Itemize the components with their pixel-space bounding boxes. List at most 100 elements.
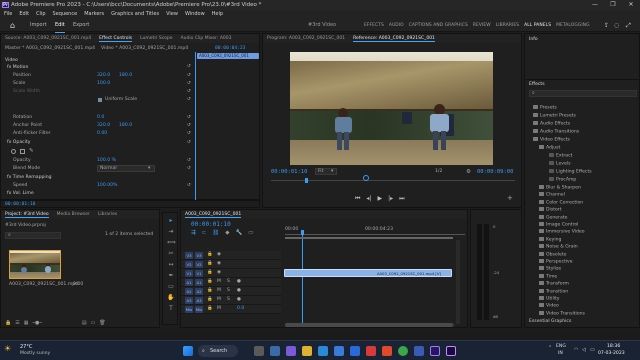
widgets-icon[interactable]	[270, 346, 280, 356]
teams-icon[interactable]	[286, 346, 296, 356]
clock-time[interactable]: 18:36	[607, 344, 620, 349]
text-tool-icon[interactable]: T	[167, 305, 175, 312]
track-target-button[interactable]: Mix	[185, 306, 193, 313]
track-target-button[interactable]: A3	[185, 297, 193, 304]
captions-icon[interactable]: ▭	[248, 230, 253, 236]
antiflicker-value[interactable]: 0.00	[97, 131, 107, 136]
effects-extract[interactable]: Extract	[549, 153, 572, 159]
menu-window[interactable]: Window	[185, 11, 205, 17]
hand-tool-icon[interactable]: ✋	[167, 294, 175, 301]
project-search-input[interactable]: ⌕	[5, 232, 61, 239]
timeline-current-tc[interactable]: 00:00:01:10	[191, 221, 231, 228]
menu-edit[interactable]: Edit	[19, 11, 29, 17]
track-header-mix[interactable]: Mix Mix 🔒 M 0.0	[181, 305, 281, 314]
minimize-button[interactable]: —	[586, 0, 604, 10]
effects-folder-item[interactable]: Keying	[539, 236, 561, 242]
premiere-taskbar-icon[interactable]	[430, 346, 440, 356]
effects-folder-item[interactable]: Distort	[539, 207, 562, 213]
track-lock-icon[interactable]: 🔒	[207, 306, 213, 311]
track-eye-icon[interactable]: ◉	[217, 270, 221, 275]
weather-sun-icon[interactable]: ☀	[4, 344, 11, 353]
effects-adjust[interactable]: Adjust	[539, 145, 560, 151]
track-lock-icon[interactable]: 🔒	[207, 261, 213, 266]
ellipse-mask-icon[interactable]	[11, 149, 16, 154]
ec-playhead[interactable]	[195, 52, 196, 200]
effects-folder-item[interactable]: Noise & Grain	[539, 244, 578, 250]
menu-help[interactable]: Help	[212, 11, 223, 17]
ec-clip-bar[interactable]: A003_C092_0921SC_001	[197, 53, 259, 59]
notifications-icon[interactable]: ◌	[614, 19, 619, 32]
tab-project[interactable]: Project: #3rd Video	[5, 212, 49, 218]
word-icon[interactable]	[414, 346, 424, 356]
effects-video-effects[interactable]: Video Effects	[533, 137, 570, 143]
step-back-icon[interactable]: ◂|	[366, 195, 371, 202]
track-eye-icon[interactable]: ◉	[217, 252, 221, 257]
track-header-v1[interactable]: V1 V1 🔒 ◉	[181, 269, 281, 278]
nest-icon[interactable]: ⇶	[191, 230, 196, 236]
mark-in-icon[interactable]: ⏮	[355, 195, 360, 202]
position-x[interactable]: 320.0	[97, 73, 110, 78]
close-button[interactable]: ✕	[622, 0, 640, 10]
anchor-x[interactable]: 320.0	[97, 123, 110, 128]
ws-tab-captions[interactable]: CAPTIONS AND GRAPHICS	[409, 23, 468, 28]
program-video-frame[interactable]	[290, 52, 493, 165]
new-item-icon[interactable]: ▤	[82, 320, 87, 326]
rect-mask-icon[interactable]	[20, 149, 25, 154]
trash-icon[interactable]: 🗑	[99, 320, 105, 326]
track-target-button[interactable]: A1	[185, 279, 193, 286]
effects-folder-item[interactable]: Perspective	[539, 259, 573, 265]
track-mute-button[interactable]: M	[217, 288, 221, 293]
track-mute-button[interactable]: M	[217, 279, 221, 284]
timeline-video-clip[interactable]: A003_C092_0921SC_001.mp4 [V]	[284, 269, 452, 277]
track-record-icon[interactable]: ●	[237, 288, 241, 293]
pen-tool-icon[interactable]: ✒	[167, 272, 175, 279]
track-solo-button[interactable]: S	[227, 288, 230, 293]
volume-icon[interactable]: ◁	[582, 347, 586, 353]
list-view-icon[interactable]: ☰	[15, 320, 19, 326]
effects-folder-item[interactable]: Stylize	[539, 266, 561, 272]
time-remap-effect[interactable]: fx Time Remapping	[7, 175, 52, 180]
timeline-ruler[interactable]	[285, 234, 465, 235]
work-area-bar[interactable]	[285, 237, 453, 239]
ws-tab-metalogging[interactable]: METALOGGING	[556, 23, 590, 28]
menu-markers[interactable]: Markers	[84, 11, 104, 17]
speed-value[interactable]: 100.00%	[97, 183, 117, 188]
ws-tab-review[interactable]: REVIEW	[473, 23, 491, 28]
icon-view-icon[interactable]: ▦	[24, 320, 29, 326]
timeline-settings-icon[interactable]: 🔧	[235, 230, 242, 236]
antiflicker-reset-icon[interactable]: ↺	[187, 131, 191, 136]
effects-presets[interactable]: Presets	[533, 105, 557, 111]
mail-icon[interactable]	[350, 346, 360, 356]
tab-program[interactable]: Program: A003_C092_0921SC_001	[267, 36, 345, 41]
fullscreen-icon[interactable]: ⤢	[626, 19, 631, 32]
add-button-icon[interactable]: +	[507, 194, 513, 202]
folder-icon[interactable]: ▭	[91, 320, 96, 326]
effects-audio-transitions[interactable]: Audio Transitions	[533, 129, 579, 135]
mark-out-icon[interactable]: ⏭	[399, 195, 404, 202]
photos-icon[interactable]	[382, 346, 392, 356]
uniform-scale-checkbox[interactable]	[98, 98, 102, 102]
track-target-button[interactable]: V1	[185, 270, 193, 277]
track-target-button[interactable]: V2	[185, 261, 193, 268]
effects-audio-effects[interactable]: Audio Effects	[533, 121, 570, 127]
uniform-scale-reset-icon[interactable]: ↺	[187, 97, 191, 102]
track-mute-button[interactable]: M	[217, 306, 221, 311]
track-lock-icon[interactable]: 🔒	[207, 297, 213, 302]
maximize-button[interactable]: ❐	[604, 0, 622, 10]
home-icon[interactable]: ⌂	[10, 19, 15, 32]
track-lock-icon[interactable]: 🔒	[207, 252, 213, 257]
fit-select[interactable]: Fit ▾	[315, 168, 337, 175]
effects-folder-item[interactable]: Blur & Sharpen	[539, 185, 581, 191]
effects-folder-item[interactable]: Immersive Video	[539, 229, 585, 235]
track-eye-icon[interactable]: ◉	[217, 261, 221, 266]
effects-folder-item[interactable]: Generate	[539, 214, 567, 220]
effects-folder-item[interactable]: Color Correction	[539, 199, 583, 205]
opacity-effect[interactable]: fx Opacity	[7, 140, 30, 145]
tab-audio-clip-mixer[interactable]: Audio Clip Mixer: A003	[181, 36, 232, 41]
opacity-value[interactable]: 100.0 %	[97, 158, 116, 163]
lang-in[interactable]: IN	[558, 351, 563, 356]
motion-effect[interactable]: fx Motion	[7, 65, 28, 70]
ws-tab-audio[interactable]: AUDIO	[389, 23, 404, 28]
position-reset-icon[interactable]: ↺	[187, 73, 191, 78]
motion-reset-icon[interactable]: ↺	[187, 64, 191, 69]
